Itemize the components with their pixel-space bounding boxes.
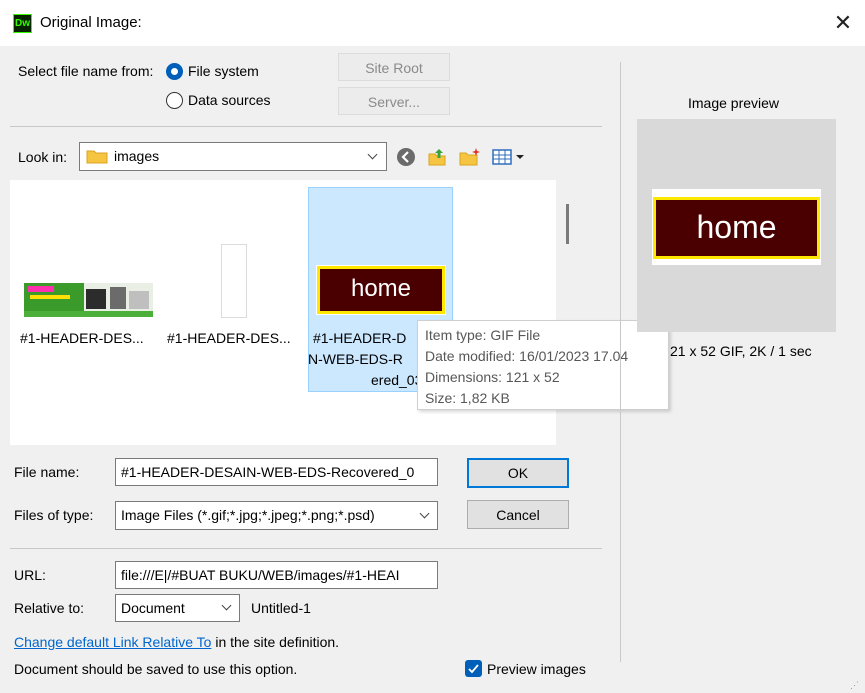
resize-grip-icon[interactable]: ⋰	[850, 680, 862, 690]
link-note: Change default Link Relative To in the s…	[14, 634, 339, 650]
data-sources-radio[interactable]	[166, 92, 183, 109]
back-icon[interactable]	[395, 146, 417, 168]
file-thumbnail[interactable]	[221, 244, 247, 318]
file-name-2[interactable]: #1-HEADER-DES...	[167, 330, 291, 346]
file-name-field[interactable]: #1-HEADER-DESAIN-WEB-EDS-Recovered_0	[115, 458, 438, 486]
tooltip-dimensions: Dimensions: 121 x 52	[425, 369, 560, 385]
dreamweaver-logo-icon: Dw	[13, 14, 32, 33]
preview-images-label[interactable]: Preview images	[487, 661, 586, 677]
relative-to-label: Relative to:	[14, 600, 85, 616]
up-folder-icon[interactable]	[426, 146, 448, 168]
look-in-label: Look in:	[18, 149, 68, 165]
image-preview-label: Image preview	[688, 95, 780, 111]
server-button[interactable]: Server...	[338, 87, 450, 115]
select-from-label: Select file name from:	[18, 63, 154, 79]
file-thumbnail[interactable]	[24, 281, 153, 319]
cancel-button[interactable]: Cancel	[467, 500, 569, 529]
look-in-value: images	[114, 148, 160, 164]
tooltip-item-type: Item type: GIF File	[425, 327, 541, 343]
site-root-button[interactable]: Site Root	[338, 53, 450, 81]
relative-to-value: Document	[121, 600, 185, 616]
preview-info: 21 x 52 GIF, 2K / 1 sec	[670, 343, 812, 359]
file-system-label[interactable]: File system	[188, 63, 259, 79]
file-system-radio[interactable]	[166, 63, 183, 80]
scrollbar-thumb[interactable]	[566, 204, 569, 244]
relative-to-dropdown[interactable]: Document	[115, 594, 240, 622]
home-thumb-text: home	[317, 266, 445, 314]
image-preview-box: home	[637, 119, 836, 332]
divider	[10, 126, 602, 127]
file-name-1[interactable]: #1-HEADER-DES...	[20, 330, 144, 346]
link-note-rest: in the site definition.	[211, 634, 340, 650]
preview-home-text: home	[653, 197, 820, 259]
change-link-relative-link[interactable]: Change default Link Relative To	[14, 634, 211, 650]
files-of-type-label: Files of type:	[14, 507, 94, 523]
url-field[interactable]: file:///E|/#BUAT BUKU/WEB/images/#1-HEAI	[115, 561, 438, 589]
look-in-dropdown[interactable]: images	[79, 142, 387, 171]
url-label: URL:	[14, 567, 46, 583]
new-folder-icon[interactable]	[458, 146, 482, 168]
close-icon[interactable]: ✕	[828, 9, 858, 39]
panel-divider	[620, 62, 621, 662]
divider	[10, 548, 602, 549]
file-name-label: File name:	[14, 464, 80, 480]
file-name-3-line1: #1-HEADER-D	[313, 330, 407, 346]
ok-button[interactable]: OK	[467, 458, 569, 488]
preview-image: home	[652, 189, 821, 265]
file-tooltip: Item type: GIF File Date modified: 16/01…	[417, 320, 669, 410]
file-thumbnail: home	[316, 265, 446, 315]
save-note: Document should be saved to use this opt…	[14, 661, 298, 677]
tooltip-size: Size: 1,82 KB	[425, 390, 510, 406]
tooltip-date-modified: Date modified: 16/01/2023 17.04	[425, 348, 629, 364]
file-name-3-line2: N-WEB-EDS-R	[308, 351, 403, 367]
window-title: Original Image:	[40, 14, 142, 31]
folder-icon	[86, 148, 108, 164]
document-name: Untitled-1	[251, 600, 311, 616]
files-of-type-value: Image Files (*.gif;*.jpg;*.jpeg;*.png;*.…	[121, 507, 375, 523]
files-of-type-dropdown[interactable]: Image Files (*.gif;*.jpg;*.jpeg;*.png;*.…	[115, 501, 438, 530]
view-menu-icon[interactable]	[491, 146, 527, 168]
data-sources-label[interactable]: Data sources	[188, 92, 270, 108]
preview-images-checkbox[interactable]	[465, 660, 482, 677]
